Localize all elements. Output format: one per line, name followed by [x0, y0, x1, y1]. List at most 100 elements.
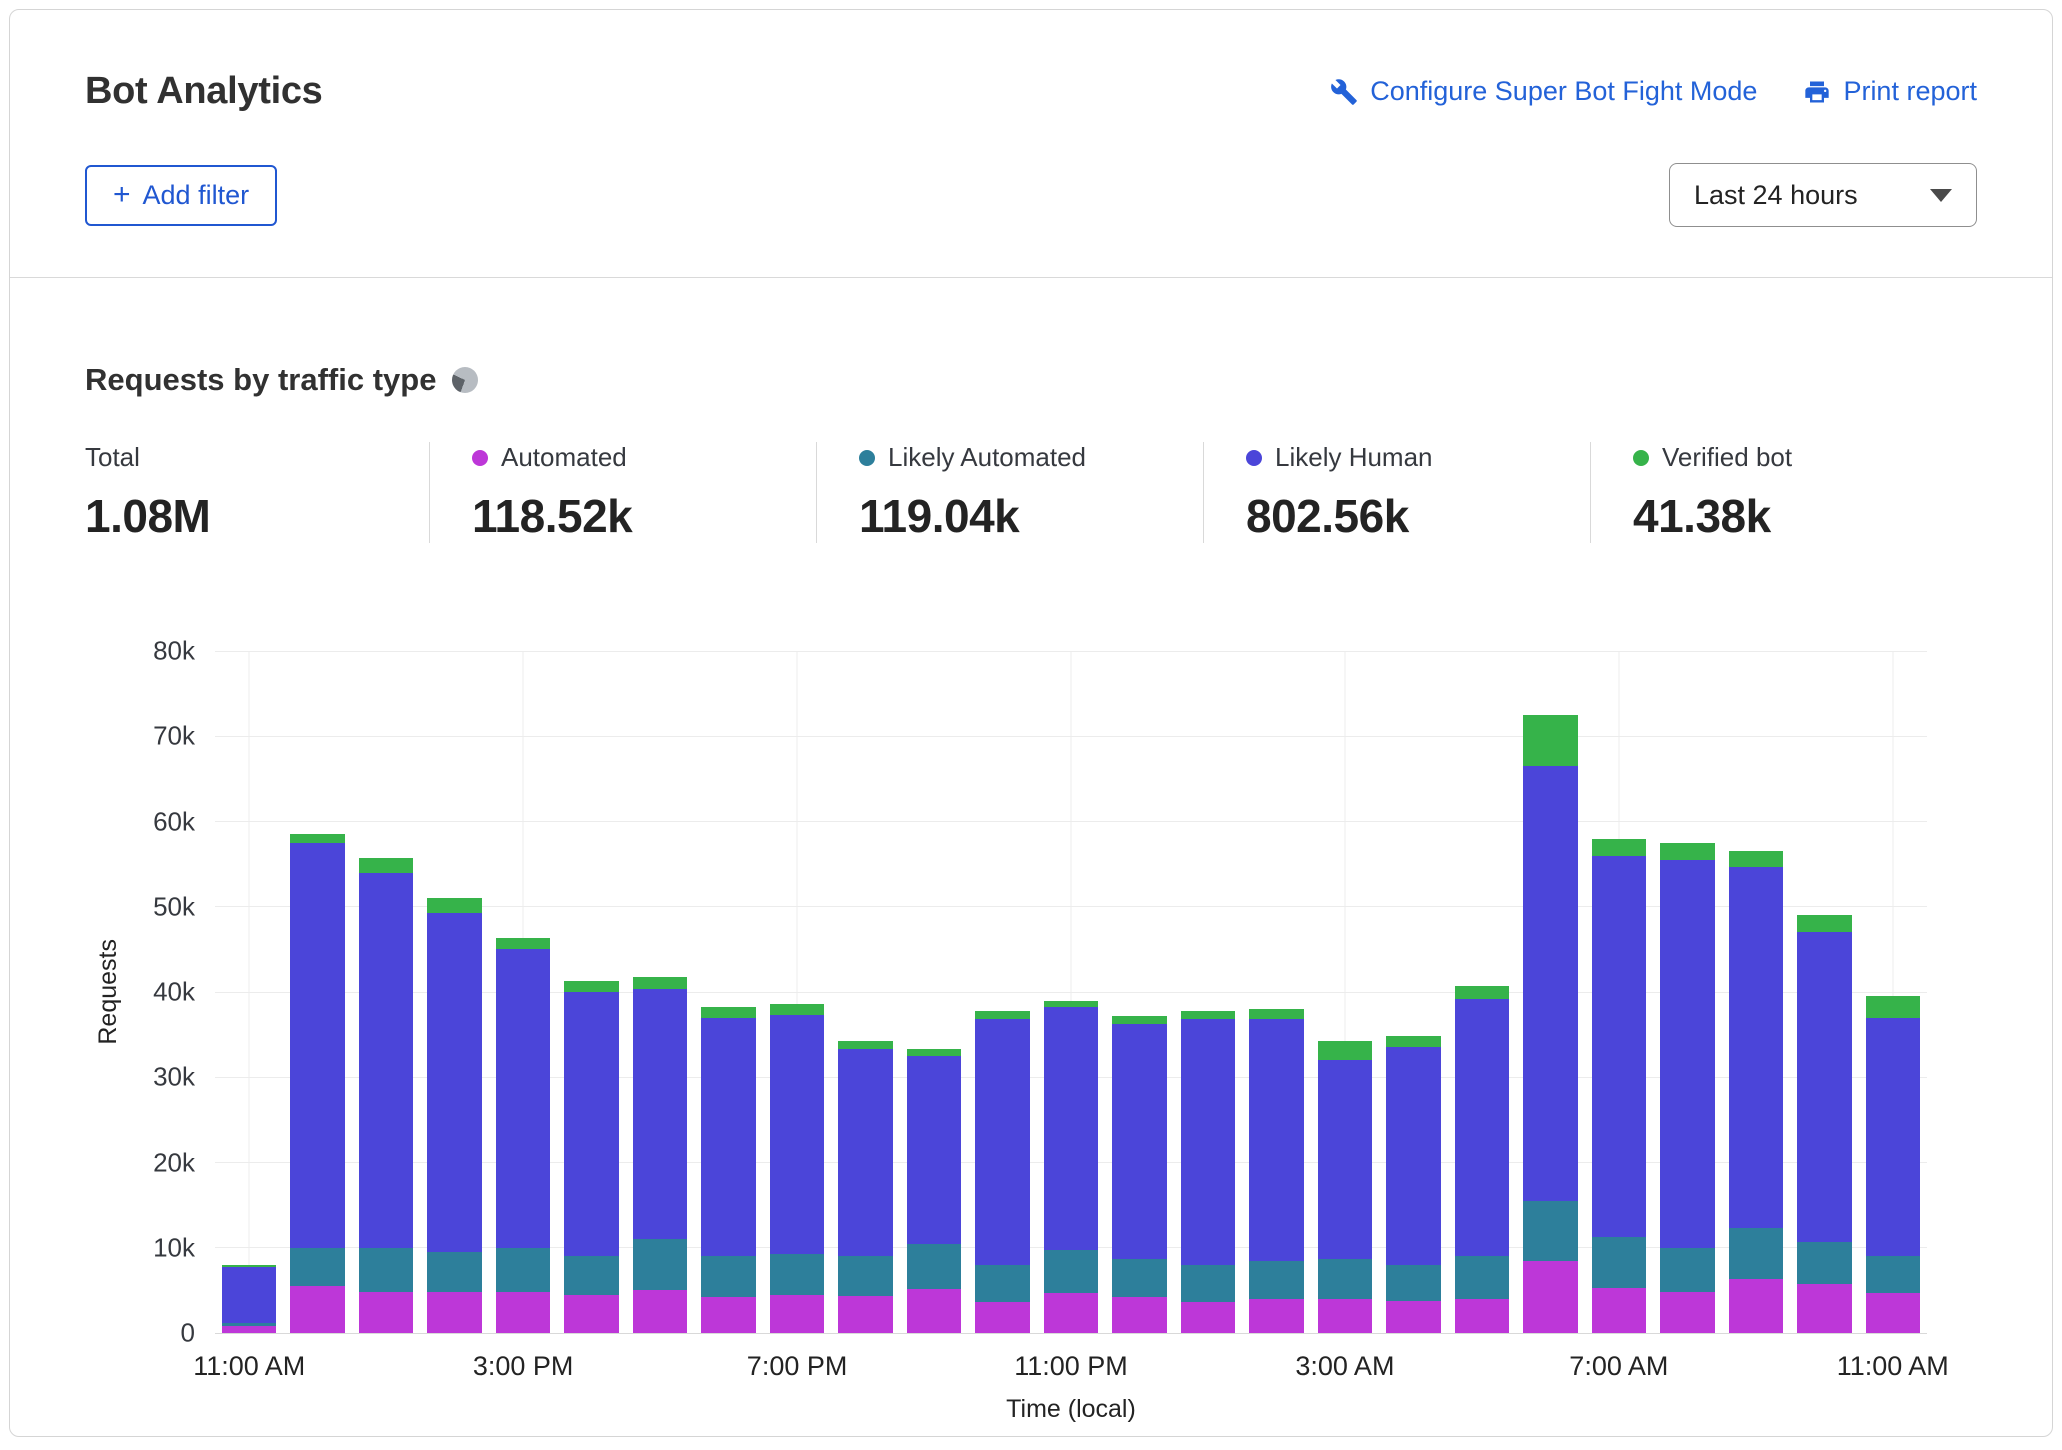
- bar-23[interactable]: [1790, 651, 1858, 1333]
- bar-16-segment-automated: [1318, 1299, 1372, 1333]
- requests-chart: Requests 010k20k30k40k50k60k70k80k 11:00…: [85, 651, 1927, 1429]
- bar-3-segment-verified-bot: [427, 898, 481, 912]
- bar-5[interactable]: [557, 651, 625, 1333]
- bar-14-segment-likely-human: [1181, 1019, 1235, 1265]
- bar-23-segment-likely-human: [1797, 932, 1851, 1241]
- stat-value: 118.52k: [472, 489, 786, 543]
- bar-8-segment-verified-bot: [770, 1004, 824, 1015]
- y-tick-label-40k: 40k: [153, 977, 195, 1008]
- bar-6-segment-verified-bot: [633, 977, 687, 990]
- bar-12[interactable]: [1037, 651, 1105, 1333]
- bars-container: [215, 651, 1927, 1333]
- bar-2[interactable]: [352, 651, 420, 1333]
- bar-19-segment-verified-bot: [1523, 715, 1577, 766]
- configure-super-bot-fight-mode-link[interactable]: Configure Super Bot Fight Mode: [1330, 76, 1757, 107]
- bar-14-segment-automated: [1181, 1302, 1235, 1333]
- bar-10[interactable]: [900, 651, 968, 1333]
- bar-17-segment-likely-automated: [1386, 1265, 1440, 1302]
- bar-2-segment-automated: [359, 1292, 413, 1333]
- bar-18-segment-automated: [1455, 1299, 1509, 1333]
- bar-21[interactable]: [1653, 651, 1721, 1333]
- bar-14[interactable]: [1174, 651, 1242, 1333]
- stat-label: Automated: [472, 442, 786, 473]
- stat-likely-human[interactable]: Likely Human802.56k: [1203, 442, 1590, 543]
- bar-20[interactable]: [1585, 651, 1653, 1333]
- x-tick-label-11-00-am: 11:00 AM: [193, 1351, 305, 1382]
- bar-10-segment-verified-bot: [907, 1049, 961, 1056]
- bar-19-segment-automated: [1523, 1261, 1577, 1333]
- stat-label: Likely Human: [1246, 442, 1560, 473]
- bar-18-segment-likely-human: [1455, 999, 1509, 1256]
- bar-3[interactable]: [420, 651, 488, 1333]
- bar-20-segment-verified-bot: [1592, 839, 1646, 856]
- bar-20-segment-likely-automated: [1592, 1237, 1646, 1288]
- bar-18-segment-verified-bot: [1455, 986, 1509, 999]
- stat-value: 1.08M: [85, 489, 399, 543]
- y-tick-label-60k: 60k: [153, 806, 195, 837]
- plus-icon: +: [113, 180, 131, 210]
- stat-label: Verified bot: [1633, 442, 1947, 473]
- bar-12-segment-likely-automated: [1044, 1250, 1098, 1293]
- bar-11[interactable]: [968, 651, 1036, 1333]
- bar-9-segment-verified-bot: [838, 1041, 892, 1050]
- bar-15-segment-verified-bot: [1249, 1009, 1303, 1019]
- configure-link-label: Configure Super Bot Fight Mode: [1370, 76, 1757, 107]
- stat-total[interactable]: Total 1.08M: [85, 442, 429, 543]
- stat-likely-automated[interactable]: Likely Automated119.04k: [816, 442, 1203, 543]
- bar-6-segment-likely-human: [633, 989, 687, 1239]
- bar-18[interactable]: [1448, 651, 1516, 1333]
- stat-label: Total: [85, 442, 399, 473]
- bar-23-segment-likely-automated: [1797, 1242, 1851, 1285]
- bar-2-segment-verified-bot: [359, 858, 413, 872]
- bar-21-segment-automated: [1660, 1292, 1714, 1333]
- bar-24[interactable]: [1859, 651, 1927, 1333]
- bar-13[interactable]: [1105, 651, 1173, 1333]
- bar-2-segment-likely-human: [359, 873, 413, 1248]
- stat-automated[interactable]: Automated 118.52k: [429, 442, 816, 543]
- header-links: Configure Super Bot Fight Mode Print rep…: [1330, 76, 1977, 107]
- bar-7[interactable]: [694, 651, 762, 1333]
- y-tick-label-10k: 10k: [153, 1232, 195, 1263]
- bar-16-segment-likely-automated: [1318, 1259, 1372, 1299]
- bar-16[interactable]: [1311, 651, 1379, 1333]
- add-filter-button[interactable]: + Add filter: [85, 165, 277, 226]
- bar-10-segment-automated: [907, 1289, 961, 1333]
- bar-23-segment-verified-bot: [1797, 915, 1851, 932]
- bar-11-segment-likely-human: [975, 1019, 1029, 1265]
- bar-6-segment-automated: [633, 1290, 687, 1333]
- bar-21-segment-likely-human: [1660, 860, 1714, 1248]
- bar-19[interactable]: [1516, 651, 1584, 1333]
- bar-9-segment-automated: [838, 1296, 892, 1333]
- chevron-down-icon: [1930, 189, 1952, 202]
- bar-11-segment-verified-bot: [975, 1011, 1029, 1020]
- bar-7-segment-verified-bot: [701, 1007, 755, 1018]
- bar-8-segment-likely-automated: [770, 1254, 824, 1295]
- bar-17-segment-verified-bot: [1386, 1036, 1440, 1047]
- bar-4[interactable]: [489, 651, 557, 1333]
- stat-label-text: Automated: [501, 442, 627, 473]
- legend-dot-automated: [472, 450, 488, 466]
- bar-1[interactable]: [283, 651, 351, 1333]
- bar-12-segment-automated: [1044, 1293, 1098, 1333]
- bar-3-segment-likely-automated: [427, 1252, 481, 1292]
- pie-chart-icon: [452, 367, 478, 393]
- bar-17[interactable]: [1379, 651, 1447, 1333]
- bar-19-segment-likely-human: [1523, 766, 1577, 1201]
- bar-3-segment-automated: [427, 1292, 481, 1333]
- bar-15[interactable]: [1242, 651, 1310, 1333]
- bar-1-segment-verified-bot: [290, 834, 344, 843]
- bar-6[interactable]: [626, 651, 694, 1333]
- add-filter-label: Add filter: [143, 180, 250, 211]
- y-axis-title: Requests: [85, 651, 131, 1333]
- bar-9[interactable]: [831, 651, 899, 1333]
- bar-22[interactable]: [1722, 651, 1790, 1333]
- time-range-select[interactable]: Last 24 hours: [1669, 163, 1977, 227]
- print-report-link[interactable]: Print report: [1803, 76, 1977, 107]
- bar-11-segment-likely-automated: [975, 1265, 1029, 1303]
- bar-17-segment-automated: [1386, 1301, 1440, 1333]
- stat-value: 119.04k: [859, 489, 1173, 543]
- bar-0[interactable]: [215, 651, 283, 1333]
- bar-8[interactable]: [763, 651, 831, 1333]
- bar-0-segment-automated: [222, 1326, 276, 1333]
- stat-verified-bot[interactable]: Verified bot41.38k: [1590, 442, 1977, 543]
